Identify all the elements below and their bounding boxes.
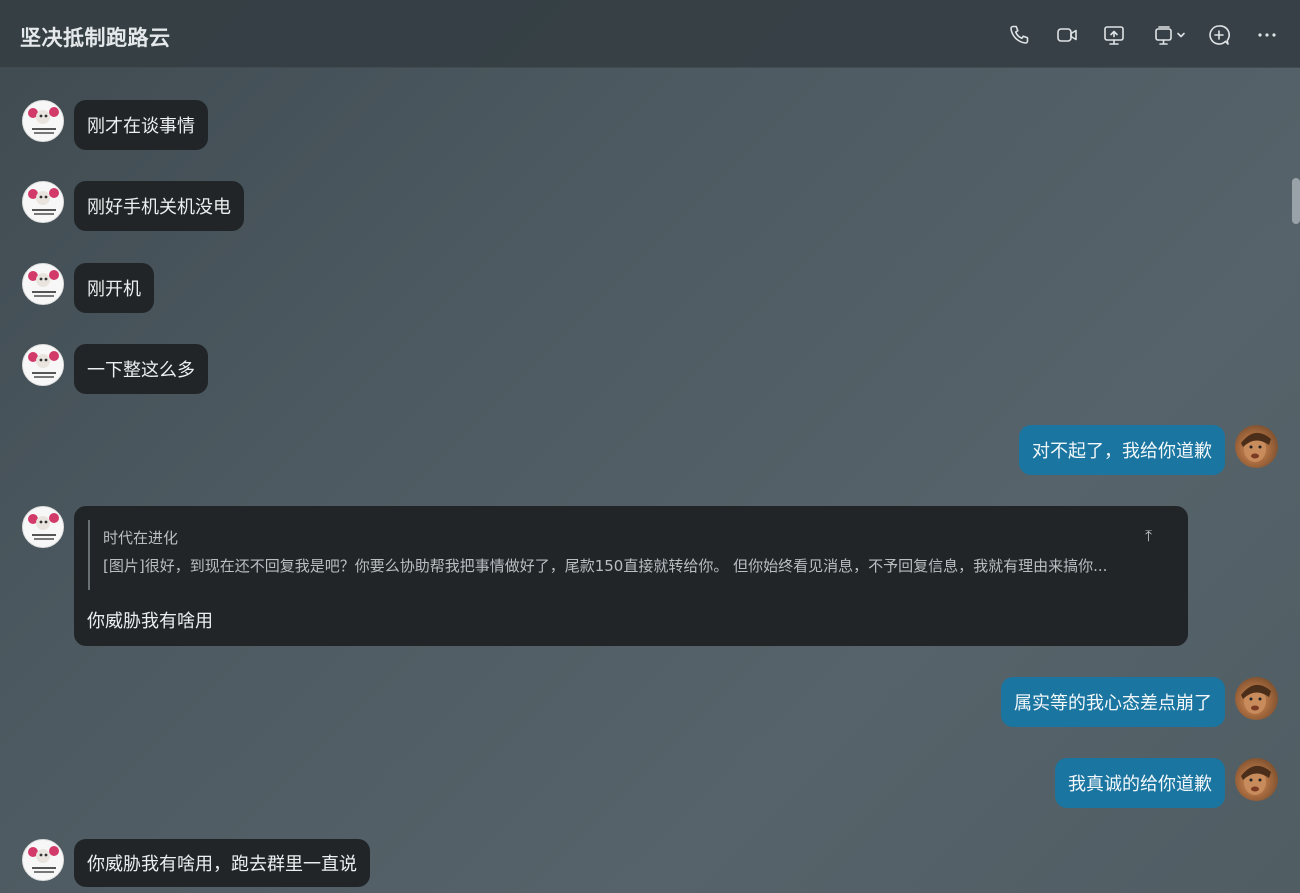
quote-author: 时代在进化	[103, 529, 179, 547]
contact-avatar[interactable]	[22, 100, 64, 142]
add-icon[interactable]	[1206, 22, 1232, 48]
my-avatar[interactable]	[1235, 425, 1278, 468]
chat-header: 坚决抵制跑路云	[0, 0, 1300, 68]
message-bubble[interactable]: 一下整这么多	[74, 344, 208, 394]
phone-icon[interactable]	[1007, 22, 1033, 48]
my-message-bubble[interactable]: 我真诚的给你道歉	[1055, 758, 1225, 808]
my-message-bubble[interactable]: 属实等的我心态差点崩了	[1001, 677, 1225, 727]
message-bubble[interactable]: 你威胁我有啥用，跑去群里一直说	[74, 839, 370, 887]
quote-reply-bubble[interactable]: 时代在进化 ⤒ [图片]很好，到现在还不回复我是吧？你要么协助帮我把事情做好了，…	[74, 506, 1188, 646]
message-bubble[interactable]: 刚才在谈事情	[74, 100, 208, 150]
my-message-bubble[interactable]: 对不起了，我给你道歉	[1019, 425, 1225, 475]
my-avatar[interactable]	[1235, 758, 1278, 801]
quote-bar	[88, 520, 90, 590]
contact-avatar[interactable]	[22, 181, 64, 223]
screen-share-icon[interactable]	[1101, 22, 1127, 48]
remote-desktop-icon[interactable]	[1149, 22, 1189, 48]
message-bubble[interactable]: 刚好手机关机没电	[74, 181, 244, 231]
video-call-icon[interactable]	[1054, 22, 1080, 48]
chat-title: 坚决抵制跑路云	[20, 26, 171, 50]
contact-avatar[interactable]	[22, 506, 64, 548]
scrollbar-thumb[interactable]	[1292, 178, 1300, 224]
more-icon[interactable]	[1254, 22, 1280, 48]
quoted-message-text[interactable]: [图片]很好，到现在还不回复我是吧？你要么协助帮我把事情做好了，尾款150直接就…	[103, 555, 1163, 576]
contact-avatar[interactable]	[22, 839, 64, 881]
contact-avatar[interactable]	[22, 344, 64, 386]
jump-to-original-icon[interactable]: ⤒	[1145, 526, 1152, 546]
my-avatar[interactable]	[1235, 677, 1278, 720]
message-bubble[interactable]: 刚开机	[74, 263, 154, 313]
reply-text: 你威胁我有啥用	[87, 611, 213, 632]
contact-avatar[interactable]	[22, 263, 64, 305]
